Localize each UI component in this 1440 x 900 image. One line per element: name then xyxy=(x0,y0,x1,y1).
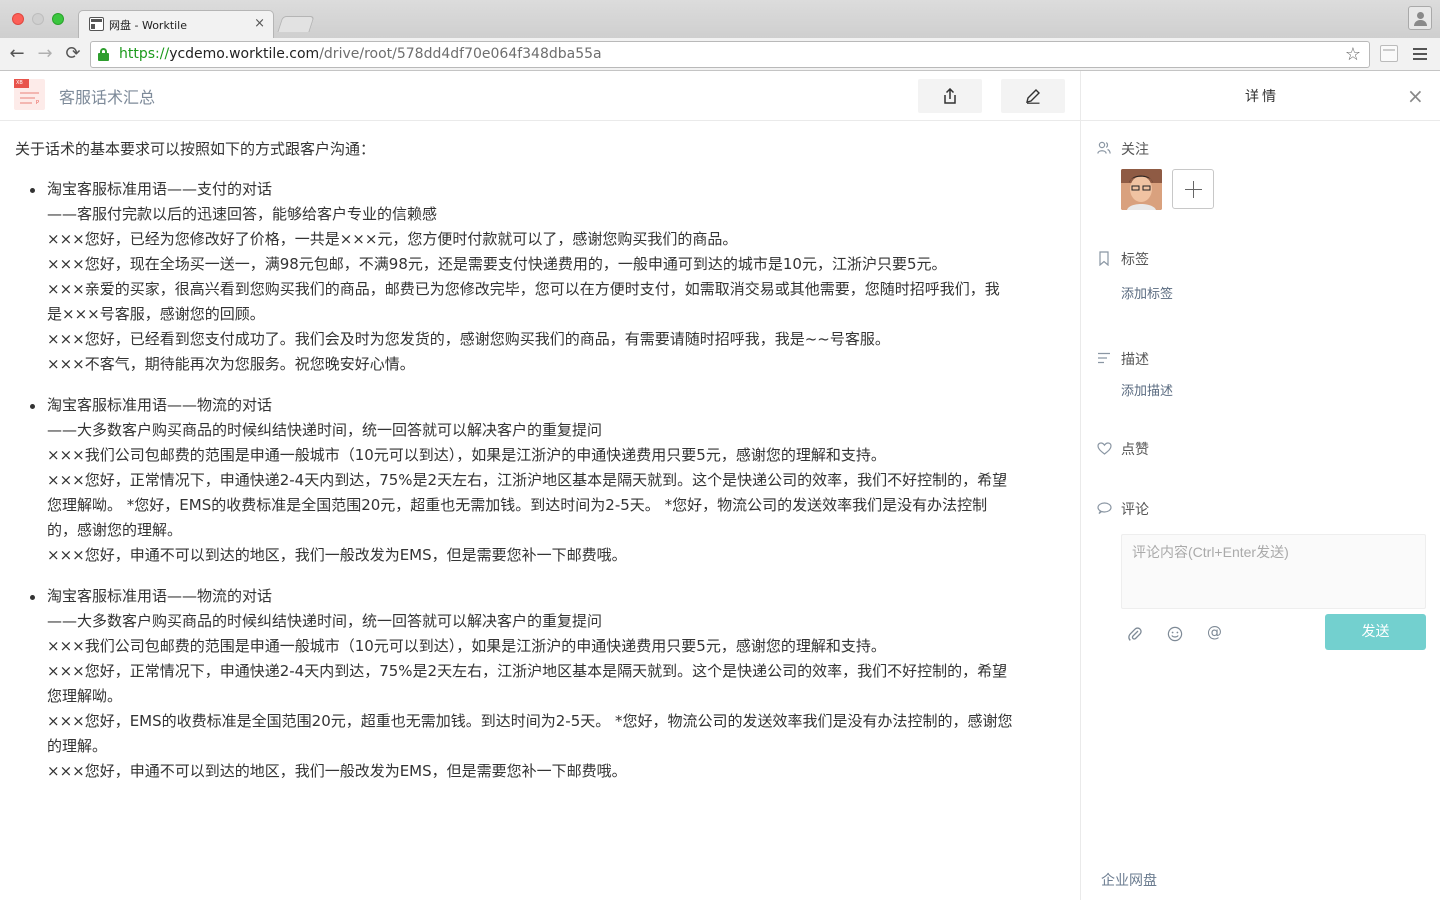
comment-label: 评论 xyxy=(1121,502,1149,518)
section-heading: 淘宝客服标准用语——物流的对话 xyxy=(47,396,273,414)
address-bar[interactable]: https://ycdemo.worktile.com/drive/root/5… xyxy=(90,41,1370,68)
window-close-button[interactable] xyxy=(12,13,24,25)
content-section: 淘宝客服标准用语——物流的对话 ——大多数客户购买商品的时候纠结快递时间，统一回… xyxy=(30,584,1013,784)
url-protocol: https:// xyxy=(119,46,170,62)
section-line: ×××您好，申通不可以到达的地区，我们一般改发为EMS，但是需要您补一下邮费哦。 xyxy=(47,762,627,780)
at-icon[interactable]: @ xyxy=(1207,623,1222,641)
document-file-icon: XB P xyxy=(14,79,45,110)
browser-toolbar: ← → ⟳ https://ycdemo.worktile.com/drive/… xyxy=(0,38,1440,71)
close-icon[interactable]: × xyxy=(1407,86,1424,106)
file-icon-label: XB xyxy=(16,80,23,86)
send-button[interactable]: 发送 xyxy=(1325,614,1426,650)
edit-button[interactable] xyxy=(1001,79,1065,113)
detail-panel: 详情 × 关注 标签 添加标签 描述 添加描述 点赞 评论 评论内容(Ctrl+… xyxy=(1080,71,1440,900)
bullet xyxy=(30,595,35,600)
avatar[interactable] xyxy=(1121,169,1162,210)
add-tag-link[interactable]: 添加标签 xyxy=(1121,283,1173,302)
section-line: ×××您好，EMS的收费标准是全国范围20元，超重也无需加钱。到达时间为2-5天… xyxy=(47,712,1013,730)
url-text[interactable]: https://ycdemo.worktile.com/drive/root/5… xyxy=(119,46,602,62)
section-line: ×××您好，已经为您修改好了价格，一共是×××元，您方便时付款就可以了，感谢您购… xyxy=(47,230,738,248)
section-heading: 淘宝客服标准用语——支付的对话 xyxy=(47,180,273,198)
worktile-favicon-icon xyxy=(89,17,104,31)
section-line: ×××您好，正常情况下，申通快递2-4天内到达，75%是2天左右，江浙沪地区基本… xyxy=(47,662,1008,680)
bookmark-icon xyxy=(1099,251,1109,266)
browser-titlebar: 网盘 - Worktile × xyxy=(0,0,1440,38)
section-line: ——客服付完款以后的迅速回答，能够给客户专业的信赖感 xyxy=(47,205,438,223)
url-host: ycdemo.worktile.com xyxy=(169,46,320,62)
new-tab-button[interactable] xyxy=(277,16,315,32)
tab-close-icon[interactable]: × xyxy=(254,16,265,31)
lock-icon xyxy=(98,48,109,61)
follow-label: 关注 xyxy=(1121,142,1149,158)
section-line: ×××我们公司包邮费的范围是申通一般城市（10元可以到达），如果是江浙沪的申通快… xyxy=(47,446,886,464)
section-line: ——大多数客户购买商品的时候纠结快递时间，统一回答就可以解决客户的重复提问 xyxy=(47,421,603,439)
browser-menu-icon[interactable] xyxy=(1413,48,1429,60)
url-path: /drive/root/578dd4df70e064f348dba55a xyxy=(319,46,602,62)
document-content: 关于话术的基本要求可以按照如下的方式跟客户沟通： 淘宝客服标准用语——支付的对话… xyxy=(0,121,1080,900)
users-icon xyxy=(1097,141,1111,154)
window-zoom-button[interactable] xyxy=(52,13,64,25)
comment-input[interactable] xyxy=(1121,534,1426,609)
section-line: ×××不客气，期待能再次为您服务。祝您晚安好心情。 xyxy=(47,355,415,373)
section-line: ×××亲爱的买家，很高兴看到您购买我们的商品，邮费已为您修改完毕，您可以在方便时… xyxy=(47,280,1000,298)
share-button[interactable] xyxy=(918,79,982,113)
content-section: 淘宝客服标准用语——支付的对话 ——客服付完款以后的迅速回答，能够给客户专业的信… xyxy=(30,177,1000,377)
page: XB P 客服话术汇总 关于话术的基本要求可以按照如下的方式跟客户沟通： 淘宝客… xyxy=(0,71,1440,900)
reload-icon[interactable]: ⟳ xyxy=(62,43,84,65)
list-icon xyxy=(1098,352,1110,364)
section-line: ×××我们公司包邮费的范围是申通一般城市（10元可以到达），如果是江浙沪的申通快… xyxy=(47,637,886,655)
section-line: ×××您好，已经看到您支付成功了。我们会及时为您发货的，感谢您购买我们的商品，有… xyxy=(47,330,890,348)
section-heading: 淘宝客服标准用语——物流的对话 xyxy=(47,587,273,605)
file-icon-sublabel: P xyxy=(36,100,40,106)
window-minimize-button[interactable] xyxy=(32,13,44,25)
edit-icon xyxy=(1026,89,1040,104)
tab-title: 网盘 - Worktile xyxy=(109,19,188,32)
detail-panel-header: 详情 × xyxy=(1081,71,1440,121)
forward-icon[interactable]: → xyxy=(34,43,56,65)
detail-panel-title: 详情 xyxy=(1245,89,1279,105)
like-label[interactable]: 点赞 xyxy=(1121,439,1149,459)
document-intro: 关于话术的基本要求可以按照如下的方式跟客户沟通： xyxy=(15,140,376,158)
browser-tab-active[interactable]: 网盘 - Worktile × xyxy=(78,10,274,38)
section-line: 是×××号客服，感谢您的回顾。 xyxy=(47,305,265,323)
bookmark-star-icon[interactable]: ☆ xyxy=(1345,44,1361,65)
avatar-image xyxy=(1121,169,1162,210)
add-description-link[interactable]: 添加描述 xyxy=(1121,380,1173,399)
document-title: 客服话术汇总 xyxy=(59,88,156,107)
section-line: ——大多数客户购买商品的时候纠结快递时间，统一回答就可以解决客户的重复提问 xyxy=(47,612,603,630)
section-line: 的理解。 xyxy=(47,737,108,755)
section-line: 您理解呦。 xyxy=(47,687,123,705)
section-line: ×××您好，现在全场买一送一，满98元包邮，不满98元，还是需要支付快递费用的，… xyxy=(47,255,947,273)
section-line: 您理解呦。 *您好，EMS的收费标准是全国范围20元，超重也无需加钱。到达时间为… xyxy=(47,496,988,514)
share-icon xyxy=(944,88,956,104)
add-follower-button[interactable] xyxy=(1172,169,1214,209)
emoji-icon[interactable] xyxy=(1167,626,1183,642)
content-section: 淘宝客服标准用语——物流的对话 ——大多数客户购买商品的时候纠结快递时间，统一回… xyxy=(30,393,1008,568)
profile-icon[interactable] xyxy=(1408,6,1432,30)
tags-label: 标签 xyxy=(1121,252,1149,268)
document-header: XB P 客服话术汇总 xyxy=(0,71,1080,121)
section-line: 的，感谢您的理解。 xyxy=(47,521,183,539)
description-label: 描述 xyxy=(1121,352,1149,368)
heart-icon[interactable] xyxy=(1097,442,1112,455)
back-icon[interactable]: ← xyxy=(6,43,28,65)
bullet xyxy=(30,404,35,409)
section-line: ×××您好，正常情况下，申通快递2-4天内到达，75%是2天左右，江浙沪地区基本… xyxy=(47,471,1008,489)
section-line: ×××您好，申通不可以到达的地区，我们一般改发为EMS，但是需要您补一下邮费哦。 xyxy=(47,546,627,564)
extension-icon[interactable] xyxy=(1380,45,1398,62)
comment-icon xyxy=(1097,502,1112,514)
attachment-icon[interactable] xyxy=(1127,626,1143,642)
enterprise-drive-link[interactable]: 企业网盘 xyxy=(1101,870,1157,890)
bullet xyxy=(30,188,35,193)
